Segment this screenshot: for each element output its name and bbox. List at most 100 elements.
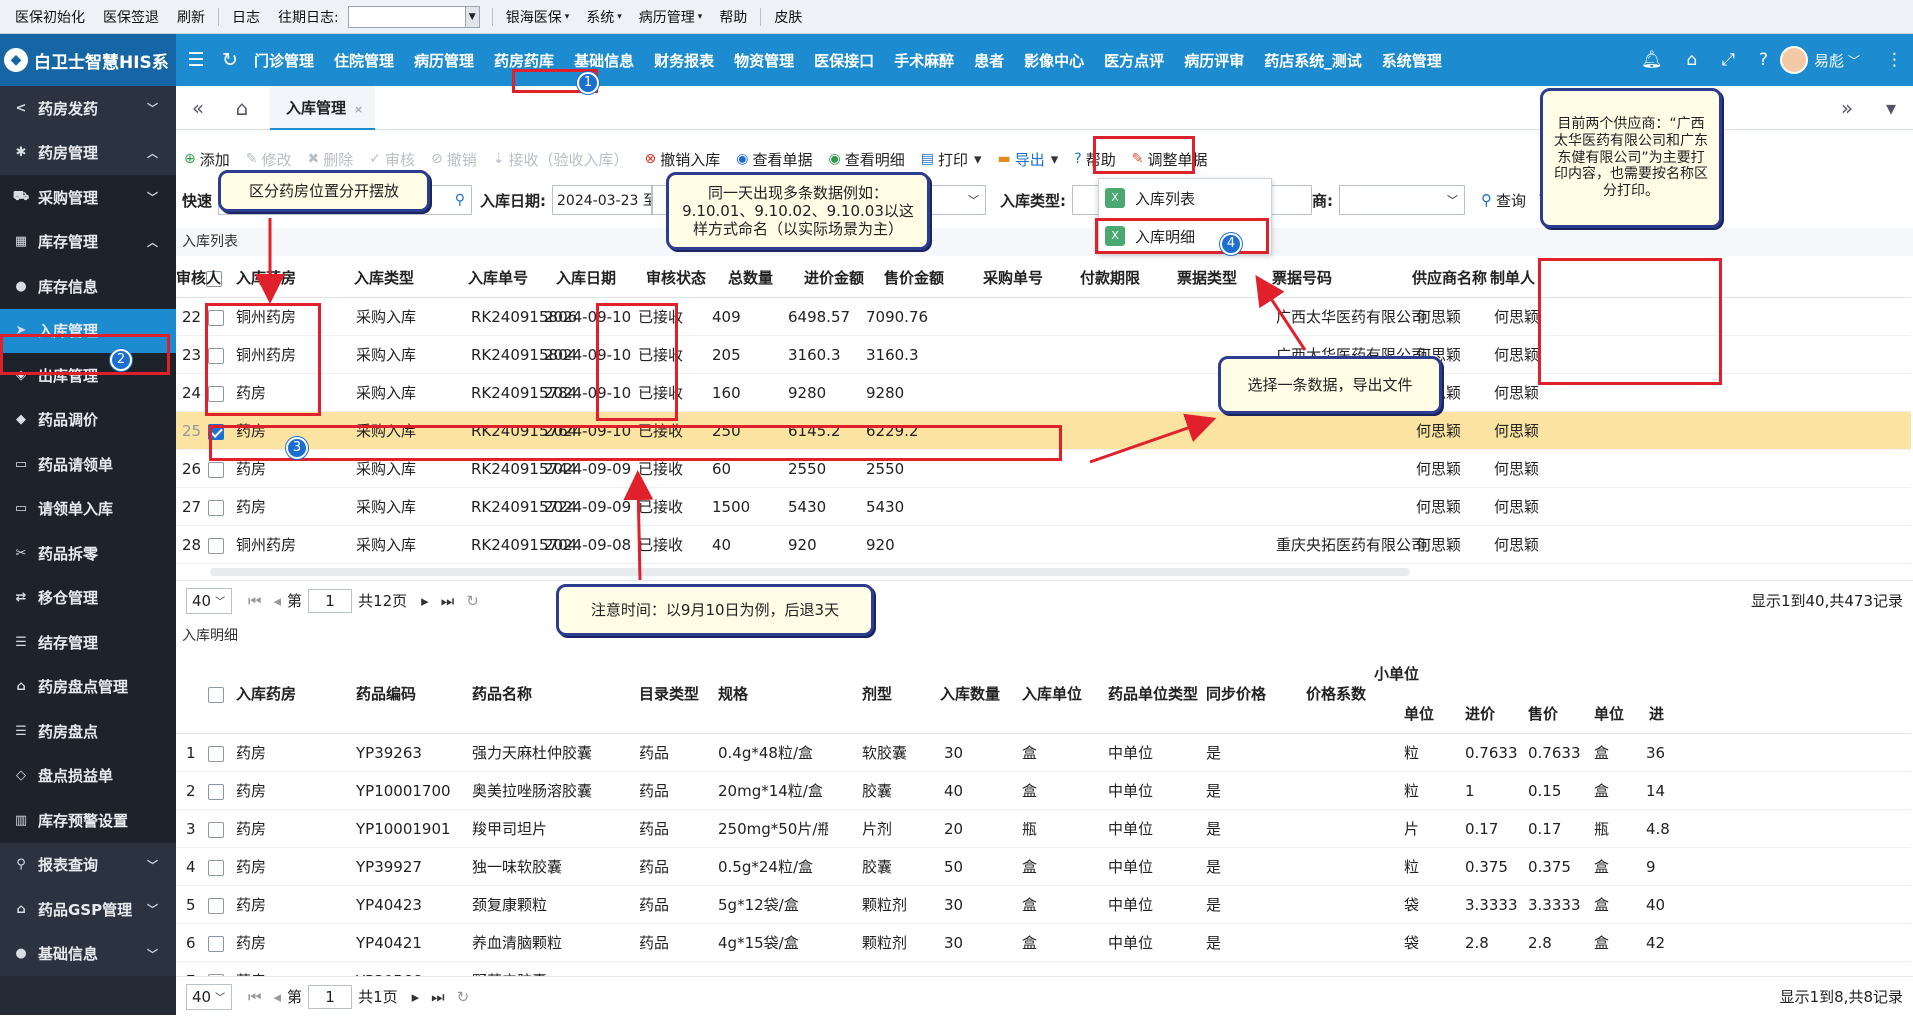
toolbar-button[interactable]: ◉ 查看明细 (828, 149, 904, 170)
nav-item[interactable]: 患者 (964, 50, 1014, 71)
column-header[interactable]: 药品单位类型 (1108, 674, 1198, 714)
nav-item[interactable]: 病历评审 (1174, 50, 1254, 71)
sidebar-item[interactable]: ▭ 药品请领单 (0, 442, 176, 487)
column-header[interactable]: 入库数量 (940, 674, 1030, 714)
checkbox[interactable] (208, 686, 224, 703)
nav-item[interactable]: 药店系统_测试 (1254, 50, 1372, 71)
column-header[interactable]: 规格 (718, 674, 808, 714)
column-header[interactable]: 入库类型 (354, 258, 450, 298)
sidebar-item[interactable]: ⌂ 药房盘点管理 (0, 664, 176, 709)
nav-item[interactable]: 手术麻醉 (884, 50, 964, 71)
user-name[interactable]: 易彪 (1814, 50, 1844, 71)
table-row[interactable]: 6 药房 YP40421 养血清脑颗粒 药品 4g*15袋/盒 颗粒剂 30 盒中单位是袋 2.8… (176, 924, 1911, 962)
checkbox[interactable] (208, 783, 224, 800)
avatar[interactable] (1779, 46, 1808, 74)
checkbox[interactable] (208, 461, 224, 478)
checkbox[interactable] (208, 499, 224, 516)
last-page-icon[interactable]: ⏭ (431, 988, 445, 1006)
sidebar-item[interactable]: ☰ 结存管理 (0, 620, 176, 665)
column-header[interactable]: 入库药房 (236, 674, 326, 714)
bell-icon[interactable]: 🔔︎ (1641, 50, 1663, 70)
column-header[interactable]: 进 (1649, 694, 1669, 734)
column-header[interactable]: 采购单号 (983, 258, 1079, 298)
page-size-select[interactable]: 40 ﹀ (186, 983, 232, 1010)
row-checkbox[interactable] (208, 962, 228, 976)
row-checkbox[interactable] (208, 886, 228, 924)
checkbox[interactable] (208, 745, 224, 762)
header-checkbox[interactable] (208, 674, 228, 714)
menubar-item[interactable]: 系统 (577, 7, 617, 27)
chevron-down-icon[interactable]: ﹀ (1848, 52, 1860, 69)
toolbar-button[interactable]: ◉ 查看单据 (736, 149, 812, 170)
toolbar-button[interactable]: ⊘ 撤销 (431, 149, 477, 170)
column-header[interactable]: 药品名称 (472, 674, 562, 714)
sidebar-item[interactable]: ▦ 库存管理 ︿ (0, 219, 176, 264)
supplier-select[interactable]: ﹀ (1339, 185, 1466, 215)
column-header[interactable]: 药品编码 (356, 674, 446, 714)
page-size-select[interactable]: 40 ﹀ (186, 587, 232, 614)
sidebar-item[interactable]: ⇄ 移仓管理 (0, 575, 176, 620)
checkbox[interactable] (208, 821, 224, 838)
sidebar-item[interactable]: ▥ 库存预警设置 (0, 798, 176, 843)
export-menu-item[interactable]: X 入库列表 (1099, 179, 1271, 217)
nav-item[interactable]: 物资管理 (724, 50, 804, 71)
nav-item[interactable]: 住院管理 (324, 50, 404, 71)
menubar-item[interactable]: 刷新 (168, 7, 214, 27)
row-checkbox[interactable] (208, 772, 228, 810)
column-header[interactable]: 剂型 (862, 674, 952, 714)
nav-item[interactable]: 病历管理 (404, 50, 484, 71)
checkbox[interactable] (208, 897, 224, 914)
table-row[interactable]: 28 铜州药房 采购入库 RK240915704 2024-09-08 已接收 40 920 9… (176, 526, 1911, 564)
sidebar-item[interactable]: ● 基础信息 ﹀ (0, 931, 176, 976)
table-row[interactable]: 2 药房 YP10001700 奥美拉唑肠溶胶囊 药品 20mg*14粒/盒 胶囊 40 盒中单… (176, 772, 1911, 810)
sidebar-item[interactable]: ✱ 药房管理 ︿ (0, 130, 176, 175)
nav-item[interactable]: 财务报表 (644, 50, 724, 71)
toolbar-button[interactable]: ⊕ 添加 (184, 149, 230, 170)
next-page-icon[interactable]: ▸ (412, 988, 420, 1006)
column-header[interactable]: 目录类型 (639, 674, 729, 714)
column-header[interactable]: 同步价格 (1206, 674, 1296, 714)
page-input[interactable]: 1 (308, 588, 353, 613)
sidebar-item[interactable]: ● 库存信息 (0, 264, 176, 309)
toolbar-button[interactable]: ⊗ 撤销入库 (645, 149, 721, 170)
checkbox[interactable] (208, 859, 224, 876)
tabs-left-icon[interactable]: « (176, 96, 220, 120)
help-icon[interactable]: ? (1759, 50, 1768, 70)
sidebar-item[interactable]: < 药房发药 ﹀ (0, 86, 176, 131)
row-checkbox[interactable] (208, 848, 228, 886)
nav-item[interactable]: 门诊管理 (244, 50, 324, 71)
tab-close-icon[interactable]: × (354, 103, 363, 116)
page-input[interactable]: 1 (308, 984, 353, 1009)
search-button[interactable]: ⚲ 查询 (1481, 190, 1526, 211)
nav-item[interactable]: 影像中心 (1014, 50, 1094, 71)
toolbar-button[interactable]: ✓ 审核 (369, 149, 415, 170)
nav-item[interactable]: 医保接口 (804, 50, 884, 71)
tabs-right-icon[interactable]: » (1825, 96, 1869, 120)
last-page-icon[interactable]: ⏭ (441, 592, 455, 610)
column-header[interactable]: 审核人 (176, 258, 272, 298)
row-checkbox[interactable] (208, 734, 228, 772)
menubar-item[interactable]: 皮肤 (765, 7, 811, 27)
sidebar-item[interactable]: ☰ 药房盘点 (0, 709, 176, 754)
table-row[interactable]: 27 药房 采购入库 RK240915724 2024-09-09 已接收 1500 5430… (176, 488, 1911, 526)
toolbar-button[interactable]: ✎ 修改 (246, 149, 292, 170)
table-row[interactable]: 3 药房 YP10001901 羧甲司坦片 药品 250mg*50片/瓶 片剂 20 瓶中单位是… (176, 810, 1911, 848)
nav-item[interactable]: 医方点评 (1094, 50, 1174, 71)
tabs-menu-icon[interactable]: ▾ (1869, 96, 1913, 120)
refresh-icon[interactable]: ↻ (466, 592, 479, 610)
toolbar-button[interactable]: ▤ 打印 ▾ (921, 149, 982, 170)
more-icon[interactable]: ⋮ (1886, 50, 1903, 70)
prev-page-icon[interactable]: ◂ (274, 988, 282, 1006)
row-checkbox[interactable] (208, 810, 228, 848)
sidebar-item[interactable]: ◆ 药品调价 (0, 397, 176, 442)
column-header[interactable]: 入库单位 (1022, 674, 1112, 714)
sidebar-item[interactable]: ◇ 盘点损益单 (0, 753, 176, 798)
first-page-icon[interactable]: ⏮ (248, 988, 262, 1006)
menubar-item[interactable]: 病历管理 (630, 7, 698, 27)
sidebar-item[interactable]: ⌂ 药品GSP管理 ﹀ (0, 887, 176, 932)
column-header[interactable]: 售价金额 (884, 258, 980, 298)
column-header[interactable]: 入库单号 (468, 258, 564, 298)
history-log-select[interactable]: ▼ (347, 5, 480, 28)
row-checkbox[interactable] (208, 526, 228, 564)
column-header[interactable]: 入库日期 (556, 258, 652, 298)
